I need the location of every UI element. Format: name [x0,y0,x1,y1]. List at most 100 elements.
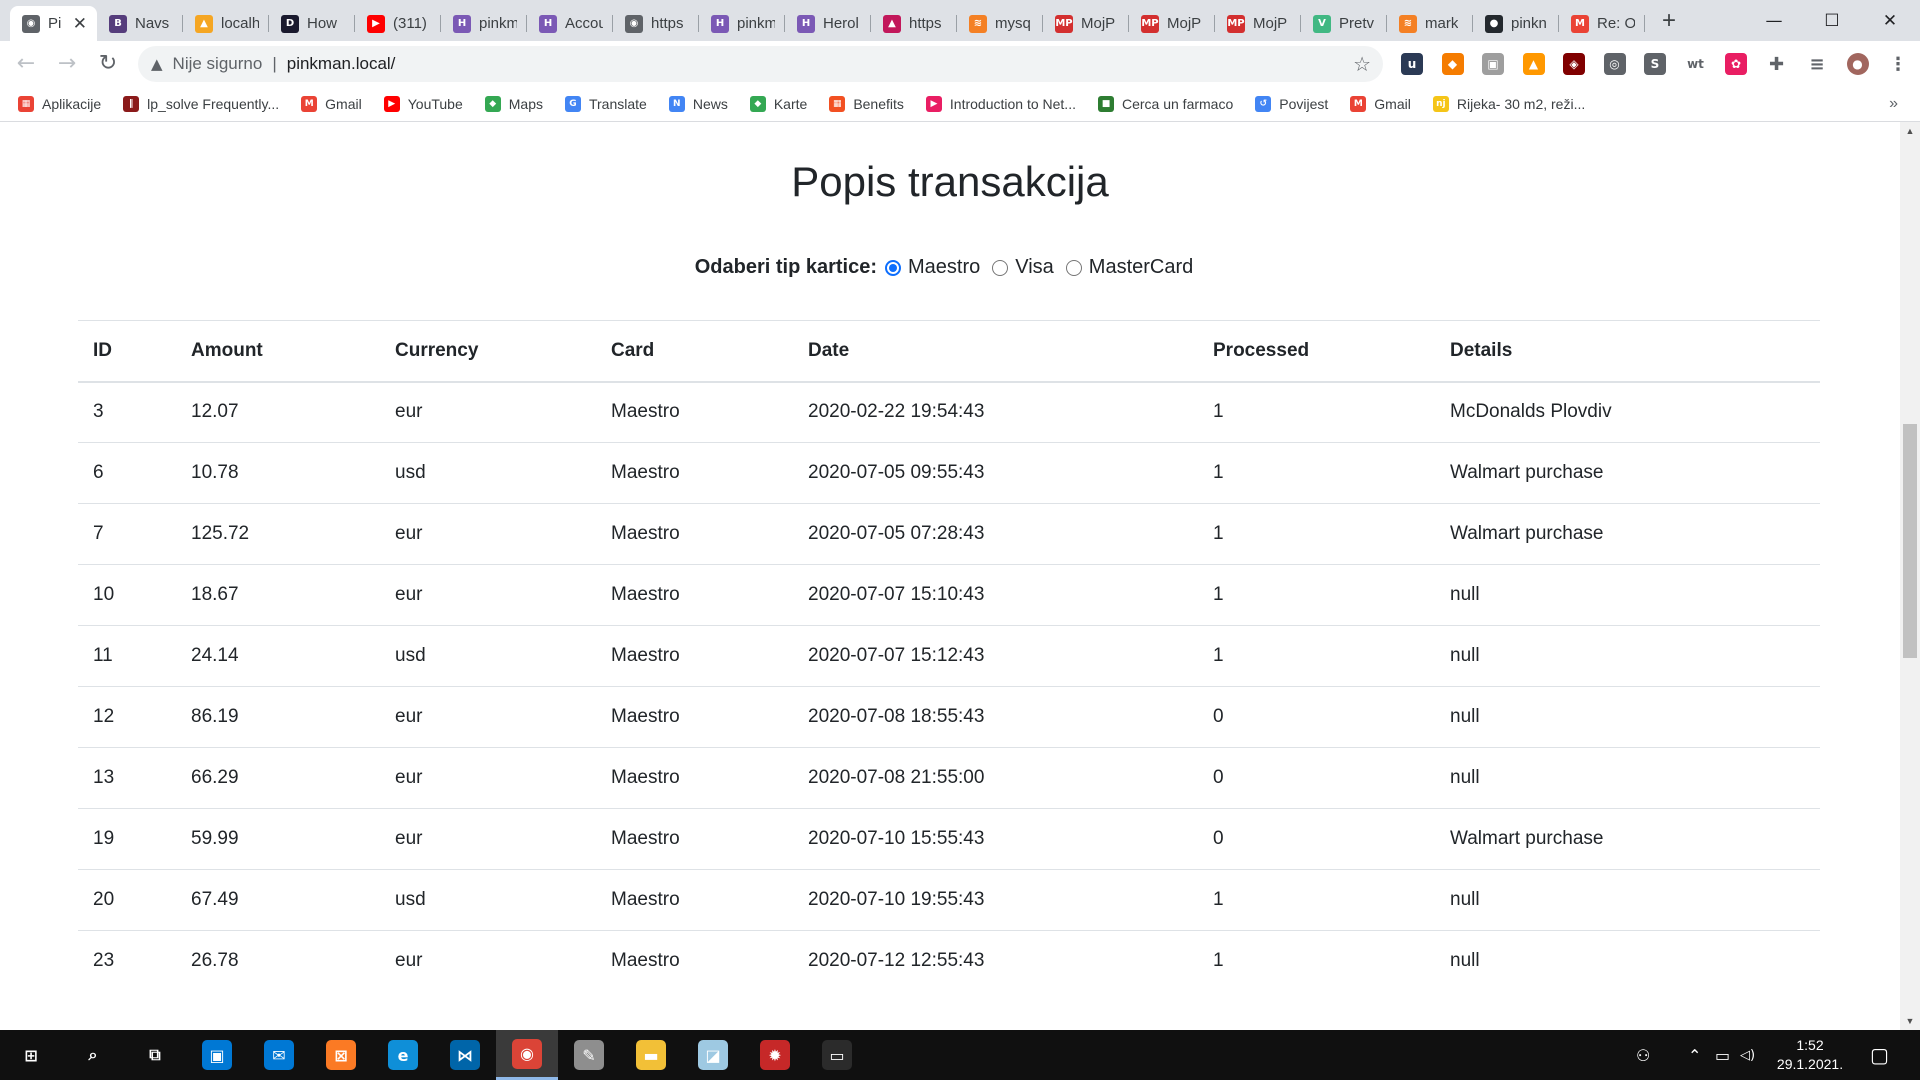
table-cell: Maestro [596,381,793,443]
tab[interactable]: ▲ https [871,6,957,41]
bookmark-item[interactable]: ‖ lp_solve Frequently... [123,96,279,112]
tab-title: How [307,15,338,32]
tab[interactable]: ≋ mark [1387,6,1473,41]
heroku-icon: H [453,14,471,33]
file-explorer-taskbar-button[interactable]: ▬ [620,1030,682,1080]
system-clock[interactable]: 1:52 29.1.2021. [1765,1036,1855,1074]
bookmark-item[interactable]: ▦ Aplikacije [18,96,101,112]
ext-7-icon[interactable]: S [1644,53,1666,75]
tab-active[interactable]: ◉ Pi ✕ [10,6,97,41]
bookmark-item[interactable]: ■ Cerca un farmaco [1097,96,1233,112]
edge-taskbar-button[interactable]: e [372,1030,434,1080]
url-text[interactable]: pinkman.local/ [287,54,396,74]
bookmark-item[interactable]: ▶ YouTube [383,96,463,112]
not-secure-warning-icon[interactable]: ▲ [151,55,163,73]
tab[interactable]: V Pretv [1301,6,1387,41]
tab[interactable]: Hpinkm [699,6,785,41]
paint-taskbar-button[interactable]: ✎ [558,1030,620,1080]
tab[interactable]: ◉ https [613,6,699,41]
back-button[interactable]: ← [12,50,40,78]
bookmark-item[interactable]: ↺ Povijest [1255,96,1328,112]
page-title: Popis transakcija [791,158,1109,205]
security-status-text[interactable]: Nije sigurno [173,54,263,74]
tab[interactable]: M Re: O [1559,6,1645,41]
xampp-taskbar-button[interactable]: ⊠ [310,1030,372,1080]
mail-taskbar-button[interactable]: ✉ [248,1030,310,1080]
search-taskbar-button[interactable]: ⌕ [62,1030,124,1080]
scroll-up-arrow-icon[interactable]: ▲ [1900,122,1920,140]
bookmark-item[interactable]: M Gmail [1350,96,1411,112]
table-cell: 10.78 [176,442,380,504]
address-bar[interactable]: ▲ Nije sigurno | pinkman.local/ ☆ [138,46,1383,82]
start-taskbar-button[interactable]: ⊞ [0,1030,62,1080]
vscode-taskbar-button[interactable]: ⋈ [434,1030,496,1080]
bookmark-item[interactable]: ▦ Benefits [829,96,904,112]
ext-3-icon[interactable]: ▣ [1482,53,1504,75]
ublock-icon[interactable]: ◈ [1563,53,1585,75]
tab[interactable]: MP MojP [1129,6,1215,41]
radio-button[interactable] [885,259,901,276]
tab[interactable]: ▶ (311) [355,6,441,41]
scroll-down-arrow-icon[interactable]: ▼ [1900,1012,1920,1030]
chrome-taskbar-button[interactable]: ◉ [496,1030,558,1080]
people-icon[interactable]: ⚇ [1636,1030,1650,1080]
tab[interactable]: ● pinkn [1473,6,1559,41]
ext-2-icon[interactable]: ◆ [1441,53,1464,75]
radio-mastercard[interactable]: MasterCard [1065,256,1193,279]
extensions-puzzle-icon[interactable]: ✚ [1766,53,1788,75]
battery-icon[interactable]: ▭ [1715,1030,1730,1080]
microsoft-icon: ▦ [829,96,846,112]
radio-button[interactable] [992,259,1009,276]
profile-avatar-icon[interactable]: ● [1846,53,1869,75]
bookmark-item[interactable]: G Translate [564,96,647,112]
tab[interactable]: MP MojP [1043,6,1129,41]
tab[interactable]: H Accou [527,6,613,41]
notifications-icon[interactable]: ▢ [1870,1030,1889,1080]
scrollbar-thumb[interactable] [1903,424,1917,658]
tab[interactable]: ≋ mysq [957,6,1043,41]
radio-maestro[interactable]: Maestro [885,256,980,279]
ext-wt-icon[interactable]: wt [1685,53,1707,75]
reading-list-icon[interactable]: ≡ [1806,53,1828,75]
ext-6-icon[interactable]: ◎ [1603,53,1626,75]
tab[interactable]: H Herol [785,6,871,41]
bookmark-star-icon[interactable]: ☆ [1353,52,1371,76]
task-view-taskbar-button[interactable]: ⧉ [124,1030,186,1080]
bookmark-item[interactable]: N News [668,96,728,112]
store-taskbar-button[interactable]: ▣ [186,1030,248,1080]
tab[interactable]: ▲ localh [183,6,269,41]
close-tab-icon[interactable]: ✕ [67,14,87,34]
notepad-taskbar-button[interactable]: ◪ [682,1030,744,1080]
reload-button[interactable]: ↻ [94,50,122,78]
table-cell: 1 [1198,930,1435,992]
volume-icon[interactable]: ◁) [1740,1030,1755,1080]
tray-chevron-icon[interactable]: ⌃ [1688,1030,1701,1080]
maximize-button[interactable]: ☐ [1804,0,1860,41]
ext-1-icon[interactable]: u [1401,53,1423,75]
radio-button[interactable] [1065,259,1082,276]
tab-title: pinkn [1511,15,1547,32]
table-cell: usd [380,625,596,687]
bookmarks-overflow-icon[interactable]: » [1889,95,1898,113]
tab[interactable]: D How [269,6,355,41]
terminal-taskbar-button[interactable]: ▭ [806,1030,868,1080]
menu-kebab-icon[interactable]: ⋮ [1887,53,1909,75]
tab[interactable]: MP MojP [1215,6,1301,41]
network-taskbar-button[interactable]: ✹ [744,1030,806,1080]
tab[interactable]: B Navs [97,6,183,41]
page-scrollbar[interactable]: ▲ ▼ [1900,122,1920,1030]
forward-button[interactable]: → [53,50,81,78]
close-window-button[interactable]: ✕ [1862,0,1918,41]
colorpicker-icon[interactable]: ✿ [1725,53,1747,75]
bookmark-item[interactable]: ◆ Karte [749,96,807,112]
new-tab-button[interactable]: + [1655,8,1683,36]
radio-visa[interactable]: Visa [992,256,1054,279]
ext-4-icon[interactable]: ▲ [1522,53,1545,75]
bookmark-item[interactable]: M Gmail [301,96,362,112]
minimize-button[interactable]: — [1746,0,1802,41]
youtube-icon: ▶ [383,96,400,112]
bookmark-item[interactable]: ◆ Maps [484,96,543,112]
bookmark-item[interactable]: ▶ Introduction to Net... [925,96,1076,112]
tab[interactable]: Hpinkm [441,6,527,41]
bookmark-item[interactable]: nj Rijeka- 30 m2, reži... [1432,96,1585,112]
